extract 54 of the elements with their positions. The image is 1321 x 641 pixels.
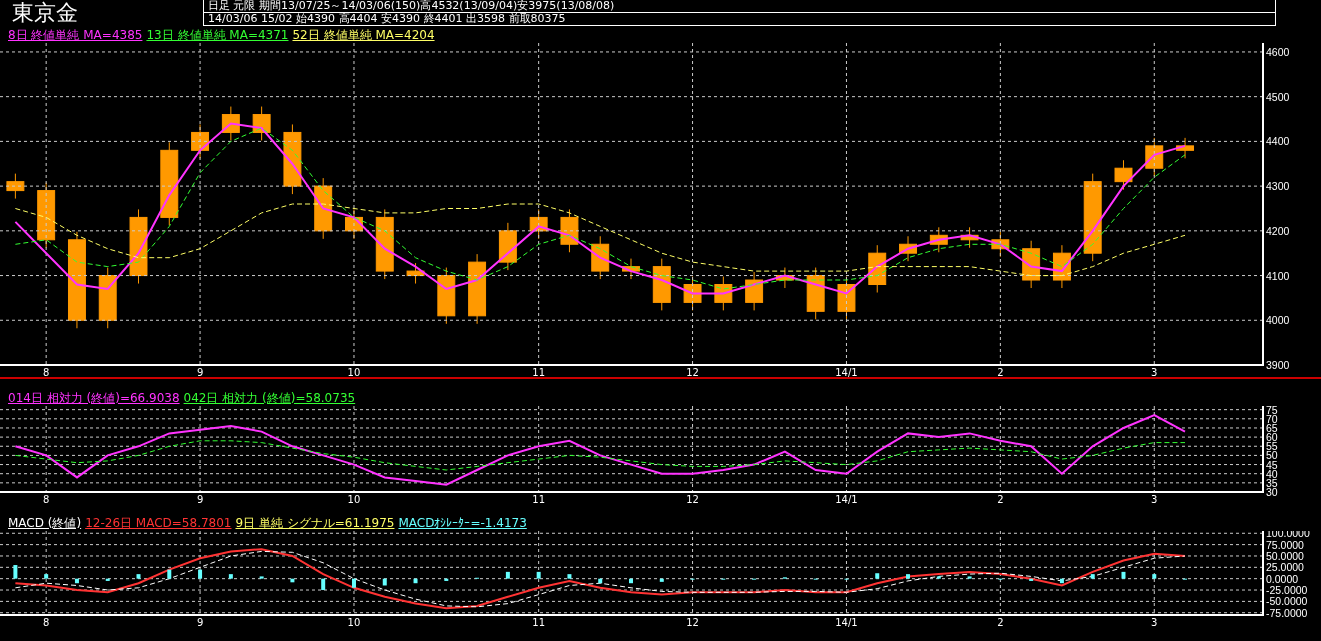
x-axis-label: 12 <box>686 367 699 377</box>
y-axis-label: 4600 <box>1266 45 1290 58</box>
price-info: 14/03/06 15/02 始4390 高4404 安4390 終4401 出3598 前取80375 <box>203 13 1275 26</box>
y-axis-label: 4400 <box>1266 135 1290 148</box>
chart-title: 東京金 <box>11 0 79 26</box>
x-axis-label: 10 <box>347 494 361 504</box>
legend-label: 042日 相対力 (終値)=58.0735 <box>183 392 356 404</box>
x-axis-label: 14/1 <box>835 617 858 627</box>
y-axis-label: 75.0000 <box>1266 538 1304 551</box>
y-axis-label: 0.0000 <box>1266 572 1299 585</box>
y-axis-label: 100.0000 <box>1266 531 1310 540</box>
x-axis-label: 8 <box>43 367 50 377</box>
y-axis-label: 4000 <box>1266 314 1290 327</box>
x-axis-label: 8 <box>43 617 50 627</box>
legend-label: MACD (終値) <box>8 517 82 529</box>
legend-label: MACDｵｼﾚｰﾀｰ=-1.4173 <box>398 517 527 529</box>
y-axis-label: -25.0000 <box>1266 584 1308 597</box>
legend-label: 12-26日 MACD=58.7801 <box>85 517 232 529</box>
x-axis-label: 3 <box>1151 367 1158 377</box>
x-axis-label: 2 <box>997 494 1004 504</box>
x-axis-label: 14/1 <box>835 494 858 504</box>
y-axis-label: 25.0000 <box>1266 561 1304 574</box>
x-axis-label: 12 <box>686 494 699 504</box>
x-axis-label: 11 <box>532 367 546 377</box>
x-axis-label: 2 <box>997 617 1004 627</box>
x-axis-label: 9 <box>196 617 204 627</box>
x-axis-label: 3 <box>1151 617 1158 627</box>
x-axis-label: 12 <box>686 617 699 627</box>
legend-label: 13日 終値単純 MA=4371 <box>146 29 289 41</box>
y-axis-label: 75 <box>1266 406 1278 416</box>
y-axis-label: -50.0000 <box>1266 595 1308 608</box>
y-axis-label: 3900 <box>1266 359 1290 371</box>
y-axis-label: 4200 <box>1266 224 1290 237</box>
y-axis-label: -75.0000 <box>1266 606 1308 619</box>
x-axis-label: 11 <box>532 617 546 627</box>
legend-label: 52日 終値単純 MA=4204 <box>292 29 435 41</box>
y-axis-label: 4100 <box>1266 269 1290 282</box>
x-axis-label: 8 <box>43 494 50 504</box>
x-axis-label: 10 <box>347 617 361 627</box>
x-axis-label: 3 <box>1151 494 1158 504</box>
x-axis-label: 9 <box>196 367 204 377</box>
y-axis-label: 30 <box>1266 486 1278 498</box>
x-axis-label: 9 <box>196 494 204 504</box>
period-info: 日足 元限 期間13/07/25～14/03/06(150)高4532(13/09/04)安3975(13/08/08) <box>203 0 1275 13</box>
legend-label: 9日 単純 シグナル=61.1975 <box>235 517 395 529</box>
legend-label: 014日 相対力 (終値)=66.9038 <box>8 392 180 404</box>
y-axis-label: 4300 <box>1266 180 1290 193</box>
legend-label: 8日 終値単純 MA=4385 <box>8 29 143 41</box>
x-axis-label: 14/1 <box>835 367 858 377</box>
x-axis-label: 11 <box>532 494 546 504</box>
x-axis-label: 2 <box>997 367 1004 377</box>
y-axis-label: 4500 <box>1266 90 1290 103</box>
x-axis-label: 10 <box>347 367 361 377</box>
y-axis-label: 50.0000 <box>1266 549 1304 562</box>
